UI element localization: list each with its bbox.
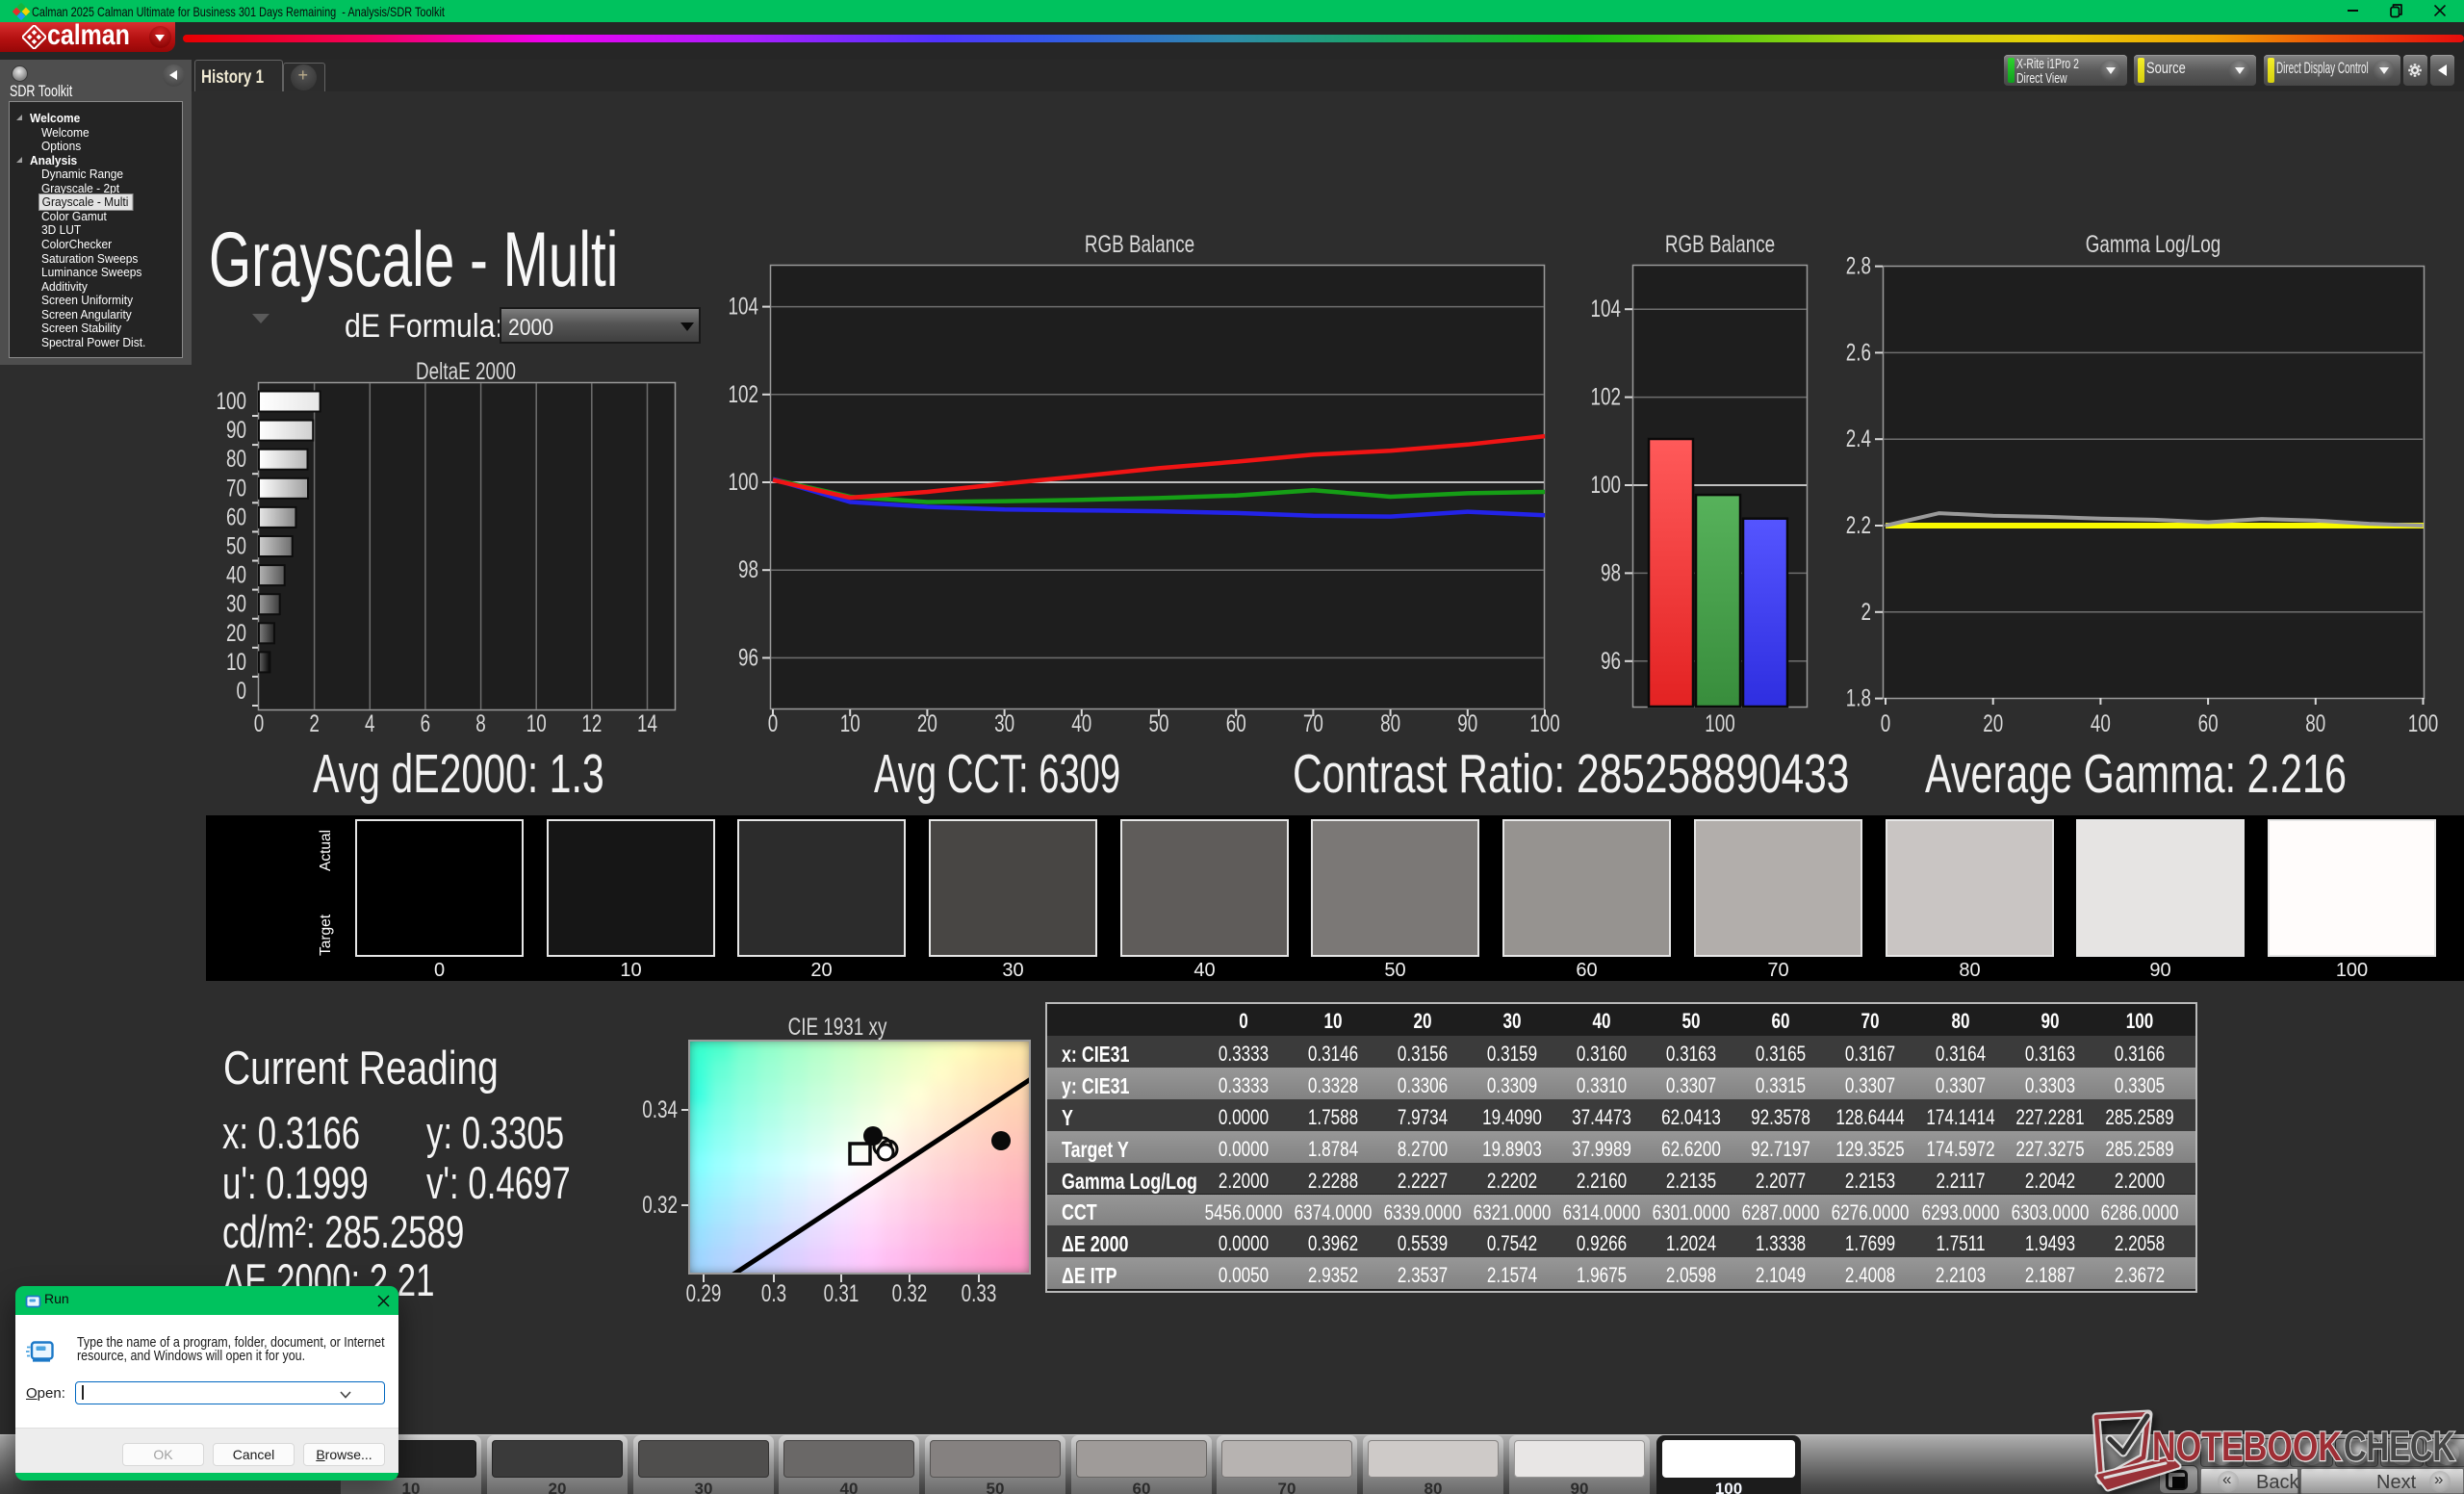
svg-text:RGB Balance: RGB Balance [1085, 231, 1194, 258]
svg-text:0.32: 0.32 [892, 1280, 928, 1307]
svg-text:102: 102 [1591, 384, 1622, 411]
svg-text:30: 30 [226, 591, 246, 618]
svg-text:60: 60 [2198, 710, 2219, 737]
svg-text:96: 96 [1601, 648, 1621, 675]
svg-text:1.8: 1.8 [1846, 685, 1871, 712]
svg-text:70: 70 [226, 475, 246, 502]
svg-text:0: 0 [237, 678, 247, 705]
svg-text:0: 0 [1881, 710, 1891, 737]
svg-text:0: 0 [254, 710, 265, 737]
svg-text:96: 96 [738, 644, 758, 671]
svg-text:12: 12 [581, 710, 602, 737]
svg-text:2: 2 [309, 710, 320, 737]
svg-text:100: 100 [217, 388, 247, 415]
svg-text:2.6: 2.6 [1846, 339, 1871, 366]
svg-text:2.4: 2.4 [1846, 425, 1871, 452]
svg-text:2.2: 2.2 [1846, 512, 1871, 539]
svg-text:98: 98 [1601, 559, 1621, 586]
svg-text:Gamma Log/Log: Gamma Log/Log [2086, 231, 2221, 258]
svg-text:90: 90 [226, 417, 246, 444]
svg-text:CIE 1931 xy: CIE 1931 xy [788, 1014, 887, 1041]
svg-text:100: 100 [1591, 472, 1622, 499]
svg-text:RGB Balance: RGB Balance [1665, 231, 1775, 258]
svg-text:CHECK: CHECK [2344, 1424, 2455, 1470]
svg-text:104: 104 [729, 294, 759, 321]
svg-text:20: 20 [1983, 710, 2003, 737]
svg-text:2.8: 2.8 [1846, 253, 1871, 280]
svg-text:100: 100 [729, 469, 759, 496]
svg-text:102: 102 [729, 381, 759, 408]
svg-text:100: 100 [2408, 710, 2439, 737]
svg-text:0.3: 0.3 [761, 1280, 786, 1307]
svg-text:4: 4 [365, 710, 375, 737]
svg-text:20: 20 [226, 620, 246, 647]
svg-text:6: 6 [421, 710, 431, 737]
svg-text:50: 50 [226, 533, 246, 560]
svg-text:0.32: 0.32 [642, 1192, 678, 1219]
svg-text:80: 80 [2305, 710, 2325, 737]
svg-text:10: 10 [526, 710, 547, 737]
svg-text:80: 80 [226, 446, 246, 473]
svg-text:2: 2 [1861, 599, 1872, 626]
svg-text:40: 40 [2091, 710, 2111, 737]
svg-text:0.34: 0.34 [642, 1096, 678, 1123]
svg-text:98: 98 [738, 556, 758, 583]
svg-text:NOTEBOOK: NOTEBOOK [2152, 1424, 2342, 1470]
svg-text:14: 14 [637, 710, 657, 737]
svg-text:DeltaE 2000: DeltaE 2000 [416, 358, 516, 385]
svg-text:0.29: 0.29 [686, 1280, 722, 1307]
svg-text:0.33: 0.33 [962, 1280, 997, 1307]
svg-text:60: 60 [226, 503, 246, 530]
svg-text:8: 8 [475, 710, 486, 737]
svg-text:104: 104 [1591, 296, 1622, 322]
svg-text:0.31: 0.31 [824, 1280, 860, 1307]
svg-text:40: 40 [226, 562, 246, 589]
svg-text:100: 100 [1705, 710, 1735, 737]
svg-text:10: 10 [226, 649, 246, 676]
